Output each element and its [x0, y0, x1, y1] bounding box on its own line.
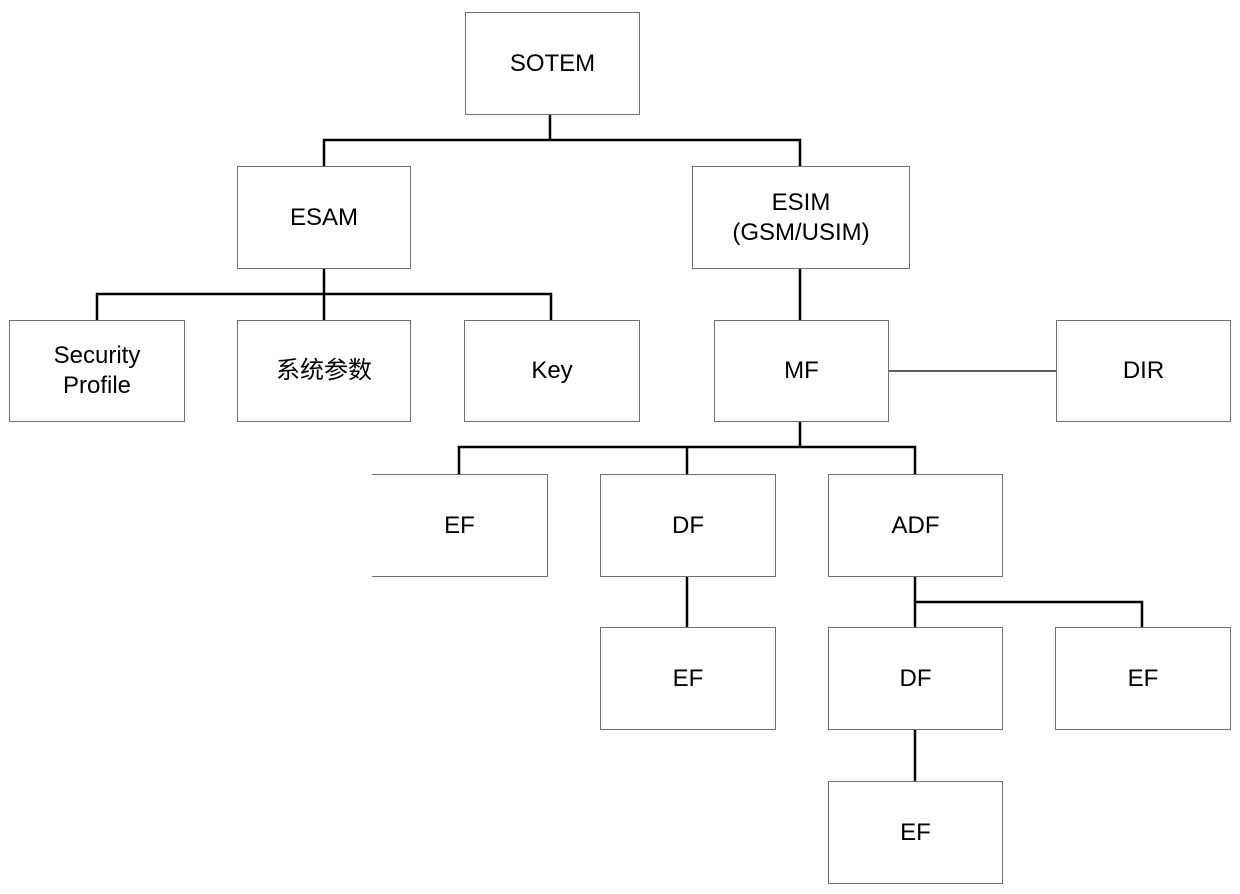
- node-label: SOTEM: [509, 49, 596, 77]
- node-label: EF: [672, 664, 704, 692]
- tree-diagram: SOTEM ESAM ESIM (GSM/USIM) Security Prof…: [0, 0, 1240, 894]
- node-ef-1: EF: [372, 474, 548, 577]
- node-dir: DIR: [1056, 320, 1231, 422]
- node-system-params: 系统参数: [237, 320, 411, 422]
- node-label: EF: [900, 818, 931, 846]
- node-esam: ESAM: [237, 166, 411, 269]
- node-label: ESIM (GSM/USIM): [732, 188, 870, 246]
- node-df-1: DF: [600, 474, 776, 577]
- node-label: Key: [531, 357, 573, 384]
- connector-lines: [95, 114, 1144, 782]
- node-key: Key: [464, 320, 640, 422]
- node-esim: ESIM (GSM/USIM): [692, 166, 910, 269]
- node-label: EF: [444, 511, 475, 539]
- connector-adf-ef: [915, 600, 1144, 628]
- node-ef-2: EF: [600, 627, 776, 730]
- node-ef-3: EF: [1055, 627, 1231, 730]
- node-label: ESAM: [289, 203, 358, 231]
- node-label: DF: [899, 664, 932, 692]
- node-label: Security Profile: [53, 342, 141, 399]
- node-label: DIR: [1122, 357, 1165, 384]
- node-df-2: DF: [828, 627, 1003, 730]
- node-label: MF: [784, 357, 819, 384]
- node-label: EF: [1127, 664, 1159, 692]
- node-sotem: SOTEM: [465, 12, 640, 115]
- node-security-profile: Security Profile: [9, 320, 185, 422]
- node-label: ADF: [891, 511, 940, 539]
- node-label: DF: [672, 511, 704, 539]
- node-adf: ADF: [828, 474, 1003, 577]
- connector-sotem-esam-esim: [322, 138, 802, 167]
- node-ef-4: EF: [828, 781, 1003, 884]
- node-label: 系统参数: [276, 357, 372, 384]
- node-mf: MF: [714, 320, 889, 422]
